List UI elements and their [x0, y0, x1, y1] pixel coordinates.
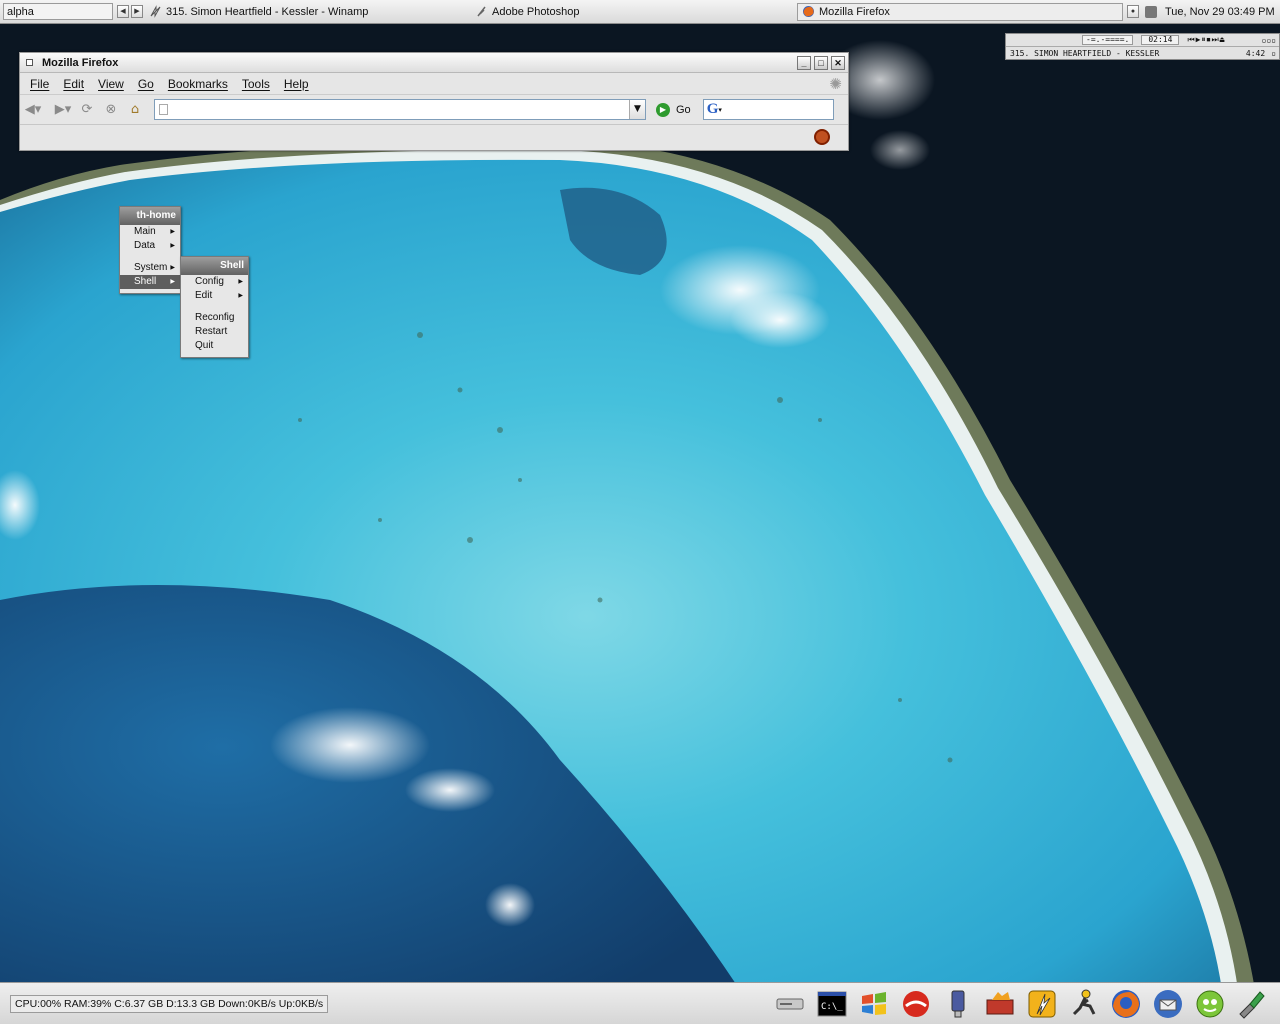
- firefox-icon[interactable]: [1110, 988, 1142, 1020]
- url-bar[interactable]: ▼: [154, 99, 646, 120]
- submenu-arrow-icon: ▶: [170, 243, 175, 249]
- prev-workspace-button[interactable]: ◀: [117, 5, 129, 18]
- svg-text:C:\_: C:\_: [821, 1002, 843, 1012]
- desktop-wallpaper: [0, 0, 1280, 1024]
- thunderbird-icon[interactable]: [1152, 988, 1184, 1020]
- firefox-window: Mozilla Firefox _ □ ✕ File Edit View Go …: [19, 52, 849, 151]
- stop-icon[interactable]: ⊗: [102, 101, 120, 119]
- winamp-mini-player[interactable]: -=.-====. 02:14 ⏮▶⏸⏹⏭⏏ ▫▫▫ 315. SIMON HE…: [1005, 33, 1280, 60]
- menu-item-main[interactable]: Main ▶: [120, 225, 180, 239]
- usb-drive-icon[interactable]: [942, 988, 974, 1020]
- task-list-button[interactable]: ●: [1127, 5, 1139, 18]
- winamp-close-button[interactable]: ▫: [1271, 49, 1276, 58]
- network-tools-icon[interactable]: [1236, 988, 1268, 1020]
- submenu-arrow-icon: ▶: [170, 279, 175, 285]
- menu-edit[interactable]: Edit: [63, 77, 84, 91]
- winamp-icon[interactable]: [1026, 988, 1058, 1020]
- submenu-arrow-icon: ▶: [170, 229, 175, 235]
- menu-title: Shell: [181, 257, 248, 275]
- page-icon: [159, 104, 168, 115]
- menu-bookmarks[interactable]: Bookmarks: [168, 77, 228, 91]
- playback-time: 02:14: [1141, 35, 1180, 45]
- track-length: 4:42: [1245, 48, 1266, 58]
- menu-item-edit[interactable]: Edit ▶: [181, 289, 248, 303]
- maximize-button[interactable]: □: [814, 55, 828, 70]
- extension-status-icon[interactable]: [814, 129, 830, 145]
- search-bar[interactable]: G ▾: [702, 99, 834, 120]
- firefox-titlebar[interactable]: Mozilla Firefox _ □ ✕: [20, 53, 848, 73]
- menu-title: th-home: [120, 207, 180, 225]
- next-workspace-button[interactable]: ▶: [131, 5, 143, 18]
- shell-submenu: Shell Config ▶ Edit ▶ Reconfig Restart Qui…: [180, 256, 249, 358]
- aim-runner-icon[interactable]: [1068, 988, 1100, 1020]
- firefox-icon: [802, 5, 815, 18]
- task-winamp[interactable]: 315. Simon Heartfield - Kessler - Winamp: [145, 3, 471, 21]
- task-label: 315. Simon Heartfield - Kessler - Winamp: [166, 5, 369, 18]
- menu-go[interactable]: Go: [138, 77, 154, 91]
- redhat-icon[interactable]: [900, 988, 932, 1020]
- visualizer: -=.-====.: [1082, 35, 1134, 45]
- menu-tools[interactable]: Tools: [242, 77, 270, 91]
- windows-flag-icon[interactable]: [858, 988, 890, 1020]
- bottom-bar: CPU:00% RAM:39% C:6.37 GB D:13.3 GB Down…: [0, 982, 1280, 1024]
- forward-arrow-icon[interactable]: ▶▾: [54, 101, 72, 119]
- menu-item-quit[interactable]: Quit: [181, 339, 248, 353]
- task-label: Mozilla Firefox: [819, 5, 890, 18]
- google-icon[interactable]: G: [707, 101, 719, 118]
- minimize-button[interactable]: _: [797, 55, 811, 70]
- status-bar: [20, 125, 848, 149]
- menu-item-config[interactable]: Config ▶: [181, 275, 248, 289]
- transport-controls[interactable]: ⏮▶⏸⏹⏭⏏: [1187, 35, 1225, 45]
- task-firefox[interactable]: Mozilla Firefox: [797, 2, 1123, 21]
- menu-item-system[interactable]: System ▶: [120, 261, 180, 275]
- messenger-icon[interactable]: [1194, 988, 1226, 1020]
- submenu-arrow-icon: ▶: [238, 293, 243, 299]
- tray-chat-icon[interactable]: [1145, 5, 1157, 18]
- back-arrow-icon[interactable]: ◀▾: [24, 101, 42, 119]
- submenu-arrow-icon: ▶: [170, 265, 175, 271]
- track-title: 315. SIMON HEARTFIELD - KESSLER: [1010, 48, 1160, 58]
- task-label: Adobe Photoshop: [492, 5, 580, 18]
- navigation-toolbar: ◀▾ ▶▾ ⟳ ⊗ ⌂ ▼ ▶ Go G ▾: [20, 95, 848, 125]
- photoshop-feather-icon: [475, 5, 488, 18]
- window-title: Mozilla Firefox: [42, 56, 119, 69]
- url-dropdown-button[interactable]: ▼: [629, 100, 645, 119]
- top-taskbar: alpha ◀ ▶ 315. Simon Heartfield - Kessle…: [0, 0, 1280, 24]
- menu-item-data[interactable]: Data ▶: [120, 239, 180, 253]
- go-button[interactable]: Go: [676, 104, 691, 116]
- toolbox-icon[interactable]: [984, 988, 1016, 1020]
- task-photoshop[interactable]: Adobe Photoshop: [471, 3, 797, 21]
- system-monitor: CPU:00% RAM:39% C:6.37 GB D:13.3 GB Down…: [10, 994, 329, 1013]
- workspace-name[interactable]: alpha: [3, 3, 113, 20]
- throbber-icon: ✺: [829, 75, 842, 93]
- quick-launch-tray: C:\_: [774, 988, 1268, 1020]
- window-menu-icon[interactable]: [26, 59, 33, 66]
- menu-help[interactable]: Help: [284, 77, 309, 91]
- menu-item-reconfig[interactable]: Reconfig: [181, 311, 248, 325]
- drive-icon[interactable]: [774, 988, 806, 1020]
- close-button[interactable]: ✕: [831, 55, 845, 70]
- submenu-arrow-icon: ▶: [238, 279, 243, 285]
- menu-item-shell[interactable]: Shell ▶: [120, 275, 180, 289]
- go-arrow-icon[interactable]: ▶: [656, 102, 670, 117]
- winamp-window-buttons[interactable]: ▫▫▫: [1262, 36, 1276, 45]
- winamp-lightning-icon: [149, 5, 162, 18]
- reload-icon[interactable]: ⟳: [78, 101, 96, 119]
- menu-view[interactable]: View: [98, 77, 124, 91]
- menu-file[interactable]: File: [30, 77, 49, 91]
- menu-bar: File Edit View Go Bookmarks Tools Help ✺: [20, 73, 848, 95]
- clock: Tue, Nov 29 03:49 PM: [1165, 5, 1275, 18]
- menu-item-restart[interactable]: Restart: [181, 325, 248, 339]
- home-icon[interactable]: ⌂: [126, 101, 144, 119]
- command-prompt-icon[interactable]: C:\_: [816, 988, 848, 1020]
- th-home-menu: th-home Main ▶ Data ▶ System ▶ Shell ▶: [119, 206, 181, 294]
